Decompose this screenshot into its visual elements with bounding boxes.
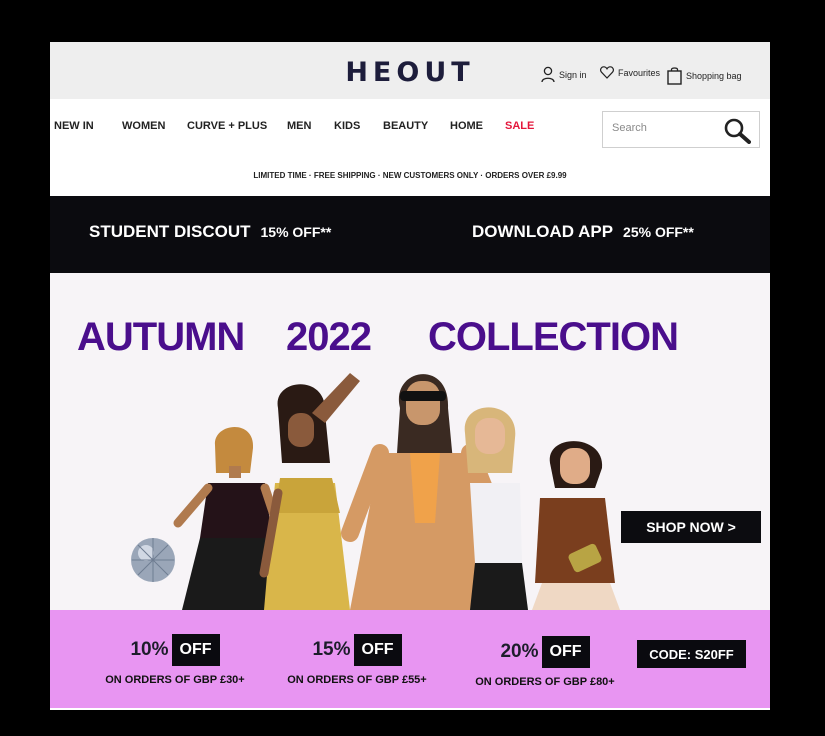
offer-10[interactable]: 10% OFF ON ORDERS OF GBP £30+ bbox=[90, 634, 260, 686]
discount-banner: STUDENT DISCOUT 15% OFF** DOWNLOAD APP 25%… bbox=[50, 196, 770, 273]
search-icon[interactable] bbox=[723, 117, 751, 144]
nav-curve-plus[interactable]: CURVE + PLUS bbox=[187, 120, 267, 132]
offer-condition: ON ORDERS OF GBP £30+ bbox=[105, 674, 245, 686]
promo-code-badge[interactable]: CODE: S20FF bbox=[637, 640, 746, 668]
search-box[interactable] bbox=[602, 111, 760, 148]
nav-beauty[interactable]: BEAUTY bbox=[383, 120, 428, 132]
favourites-link[interactable]: Favourites bbox=[600, 66, 660, 79]
off-badge: OFF bbox=[353, 634, 402, 666]
top-bar: HEOUT Sign in Favourites Shopping bag bbox=[50, 42, 770, 99]
main-nav: NEW IN WOMEN CURVE + PLUS MEN KIDS BEAUT… bbox=[50, 99, 770, 156]
promo-strip: LIMITED TIME · FREE SHIPPING · NEW CUSTO… bbox=[253, 171, 567, 180]
shop-now-button[interactable]: SHOP NOW > bbox=[621, 511, 761, 543]
offer-15[interactable]: 15% OFF ON ORDERS OF GBP £55+ bbox=[272, 634, 442, 686]
nav-sale[interactable]: SALE bbox=[505, 120, 534, 132]
search-input[interactable] bbox=[612, 122, 722, 134]
offer-20[interactable]: 20% OFF ON ORDERS OF GBP £80+ bbox=[460, 636, 630, 688]
student-discount-offer: 15% OFF** bbox=[260, 224, 332, 240]
site-logo[interactable]: HEOUT bbox=[50, 57, 770, 88]
offers-strip: 10% OFF ON ORDERS OF GBP £30+ 15% OFF ON… bbox=[50, 610, 770, 708]
shopping-bag-label: Shopping bag bbox=[686, 70, 742, 81]
user-icon bbox=[541, 66, 555, 83]
disco-ball-icon bbox=[131, 538, 175, 582]
shopping-bag-link[interactable]: Shopping bag bbox=[667, 66, 742, 85]
offer-percent: 10% bbox=[130, 639, 169, 660]
nav-men[interactable]: MEN bbox=[287, 120, 311, 132]
download-app-offer: 25% OFF** bbox=[623, 224, 694, 240]
hero-banner[interactable]: AUTUMN 2022 COLLECTION SHOP NOW > bbox=[50, 273, 770, 610]
nav-women[interactable]: WOMEN bbox=[122, 120, 165, 132]
download-app-label: DOWNLOAD APP bbox=[472, 222, 614, 241]
models-illustration bbox=[131, 373, 620, 610]
model-4 bbox=[464, 407, 528, 610]
student-discount[interactable]: STUDENT DISCOUT 15% OFF** bbox=[89, 222, 331, 242]
offer-percent: 15% bbox=[312, 639, 351, 660]
nav-kids[interactable]: KIDS bbox=[334, 120, 360, 132]
model-2 bbox=[259, 373, 360, 610]
favourites-label: Favourites bbox=[618, 67, 661, 78]
offer-condition: ON ORDERS OF GBP £55+ bbox=[287, 674, 427, 686]
off-badge: OFF bbox=[171, 634, 220, 666]
off-badge: OFF bbox=[541, 636, 590, 668]
nav-new-in[interactable]: NEW IN bbox=[54, 120, 94, 132]
sign-in-link[interactable]: Sign in bbox=[541, 66, 587, 83]
model-5 bbox=[532, 441, 620, 610]
shopping-bag-icon bbox=[667, 67, 682, 85]
student-discount-label: STUDENT DISCOUT bbox=[89, 222, 251, 241]
offer-condition: ON ORDERS OF GBP £80+ bbox=[475, 676, 615, 688]
download-app[interactable]: DOWNLOAD APP 25% OFF** bbox=[472, 222, 694, 242]
sign-in-label: Sign in bbox=[559, 69, 587, 80]
offer-percent: 20% bbox=[500, 641, 539, 662]
web-page: HEOUT Sign in Favourites Shopping bag NE… bbox=[50, 42, 770, 710]
nav-home[interactable]: HOME bbox=[450, 120, 483, 132]
heart-icon bbox=[600, 66, 614, 79]
